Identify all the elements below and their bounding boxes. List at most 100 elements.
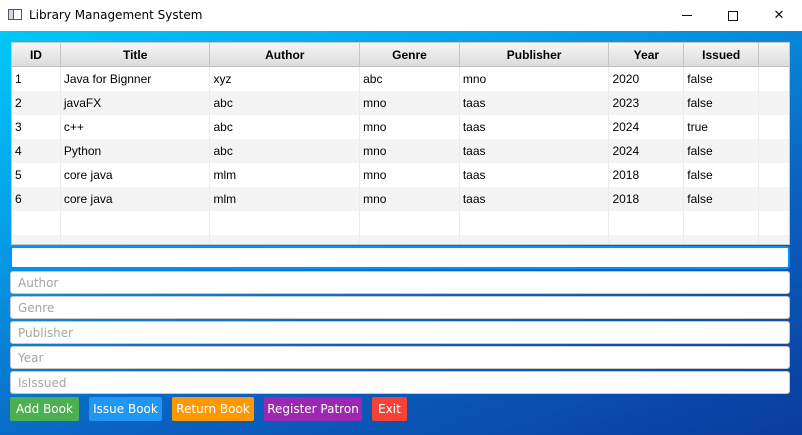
table-cell bbox=[759, 235, 789, 244]
table-cell: false bbox=[684, 139, 760, 163]
column-header-year[interactable]: Year bbox=[609, 43, 685, 67]
column-header-author[interactable]: Author bbox=[210, 43, 361, 67]
table-row[interactable]: 4 Python abc mno taas 2024 false bbox=[12, 139, 789, 163]
table-cell: Python bbox=[61, 139, 211, 163]
table-cell: mno bbox=[360, 91, 460, 115]
table-cell bbox=[759, 187, 789, 211]
table-cell bbox=[759, 163, 789, 187]
window-title: Library Management System bbox=[29, 8, 203, 22]
table-cell: taas bbox=[460, 163, 610, 187]
table-cell: 2 bbox=[12, 91, 61, 115]
maximize-button[interactable] bbox=[710, 0, 756, 31]
table-cell: 2020 bbox=[609, 67, 685, 91]
table-cell: core java bbox=[61, 163, 211, 187]
close-icon: ✕ bbox=[773, 8, 785, 23]
column-header-genre[interactable]: Genre bbox=[360, 43, 460, 67]
table-cell: 2024 bbox=[609, 115, 685, 139]
register-patron-button[interactable]: Register Patron bbox=[264, 397, 362, 421]
table-cell: taas bbox=[460, 139, 610, 163]
table-cell: abc bbox=[210, 91, 361, 115]
table-cell: false bbox=[684, 91, 760, 115]
table-cell: false bbox=[684, 163, 760, 187]
table-cell bbox=[759, 67, 789, 91]
table-row[interactable]: 6 core java mlm mno taas 2018 false bbox=[12, 187, 789, 211]
table-cell bbox=[759, 211, 789, 235]
is-issued-field[interactable] bbox=[10, 371, 790, 394]
table-cell bbox=[61, 235, 211, 244]
table-cell: mlm bbox=[210, 187, 361, 211]
title-bar: Library Management System ✕ bbox=[0, 0, 802, 31]
table-cell: xyz bbox=[210, 67, 361, 91]
column-header-title[interactable]: Title bbox=[61, 43, 211, 67]
empty-table-row bbox=[12, 235, 789, 244]
table-cell: mno bbox=[460, 67, 610, 91]
table-cell bbox=[12, 235, 61, 244]
table-cell: c++ bbox=[61, 115, 211, 139]
table-cell: 1 bbox=[12, 67, 61, 91]
genre-field[interactable] bbox=[10, 296, 790, 319]
close-button[interactable]: ✕ bbox=[756, 0, 802, 31]
table-cell bbox=[210, 235, 361, 244]
table-cell bbox=[460, 211, 610, 235]
minimize-button[interactable] bbox=[664, 0, 710, 31]
table-row[interactable]: 1 Java for Bignner xyz abc mno 2020 false bbox=[12, 67, 789, 91]
table-cell: 2023 bbox=[609, 91, 685, 115]
table-cell: mno bbox=[360, 139, 460, 163]
table-cell: taas bbox=[460, 187, 610, 211]
column-header-issued[interactable]: Issued bbox=[684, 43, 760, 67]
exit-button[interactable]: Exit bbox=[372, 397, 407, 421]
window-content: ID Title Author Genre Publisher Year Iss… bbox=[0, 31, 802, 435]
table-cell: 3 bbox=[12, 115, 61, 139]
table-cell: 2024 bbox=[609, 139, 685, 163]
maximize-icon bbox=[728, 10, 738, 21]
table-cell: 2018 bbox=[609, 187, 685, 211]
empty-table-row bbox=[12, 211, 789, 235]
table-cell: abc bbox=[210, 139, 361, 163]
table-row[interactable]: 2 javaFX abc mno taas 2023 false bbox=[12, 91, 789, 115]
add-book-button[interactable]: Add Book bbox=[10, 397, 79, 421]
return-book-button[interactable]: Return Book bbox=[172, 397, 254, 421]
table-cell: 6 bbox=[12, 187, 61, 211]
table-cell bbox=[360, 211, 460, 235]
table-cell: abc bbox=[210, 115, 361, 139]
table-cell: mno bbox=[360, 187, 460, 211]
table-row[interactable]: 3 c++ abc mno taas 2024 true bbox=[12, 115, 789, 139]
table-cell: abc bbox=[360, 67, 460, 91]
minimize-icon bbox=[682, 15, 692, 16]
column-header-id[interactable]: ID bbox=[12, 43, 61, 67]
year-field[interactable] bbox=[10, 346, 790, 369]
table-body: 1 Java for Bignner xyz abc mno 2020 false 2 java… bbox=[12, 67, 789, 244]
publisher-field[interactable] bbox=[10, 321, 790, 344]
table-cell bbox=[360, 235, 460, 244]
table-cell bbox=[609, 211, 685, 235]
table-header: ID Title Author Genre Publisher Year Iss… bbox=[12, 43, 789, 67]
table-row[interactable]: 5 core java mlm mno taas 2018 false bbox=[12, 163, 789, 187]
table-cell: true bbox=[684, 115, 760, 139]
table-cell: false bbox=[684, 187, 760, 211]
table-cell bbox=[460, 235, 610, 244]
table-cell bbox=[684, 211, 760, 235]
table-cell: false bbox=[684, 67, 760, 91]
table-cell: Java for Bignner bbox=[61, 67, 211, 91]
table-cell bbox=[759, 139, 789, 163]
author-field[interactable] bbox=[10, 271, 790, 294]
table-cell bbox=[759, 115, 789, 139]
table-cell: mno bbox=[360, 115, 460, 139]
table-cell: taas bbox=[460, 115, 610, 139]
column-header-filler bbox=[759, 43, 789, 67]
column-header-publisher[interactable]: Publisher bbox=[460, 43, 610, 67]
table-cell bbox=[684, 235, 760, 244]
table-cell: mlm bbox=[210, 163, 361, 187]
table-cell: core java bbox=[61, 187, 211, 211]
app-window-icon bbox=[8, 9, 22, 20]
table-cell: javaFX bbox=[61, 91, 211, 115]
title-field[interactable] bbox=[10, 246, 790, 269]
table-cell: mno bbox=[360, 163, 460, 187]
books-table[interactable]: ID Title Author Genre Publisher Year Iss… bbox=[11, 42, 790, 245]
issue-book-button[interactable]: Issue Book bbox=[89, 397, 162, 421]
table-cell bbox=[210, 211, 361, 235]
table-cell bbox=[12, 211, 61, 235]
table-cell bbox=[609, 235, 685, 244]
table-cell bbox=[61, 211, 211, 235]
table-cell: taas bbox=[460, 91, 610, 115]
